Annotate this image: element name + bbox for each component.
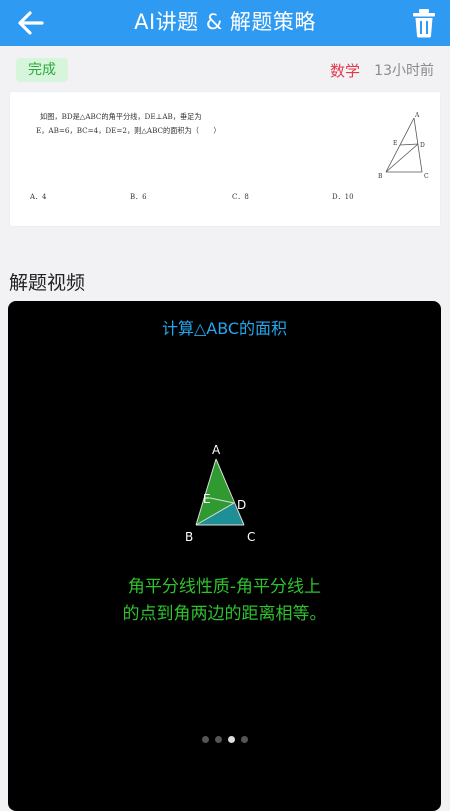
svg-text:D: D xyxy=(420,142,425,149)
status-badge: 完成 xyxy=(16,58,68,82)
svg-text:A: A xyxy=(414,112,420,119)
video-title: 计算△ABC的面积 xyxy=(161,319,288,338)
option-d: D．10 xyxy=(332,193,354,201)
question-triangle-figure: A E D B C xyxy=(378,112,429,180)
section-title-video: 解题视频 xyxy=(9,272,86,294)
timestamp: 13小时前 xyxy=(374,63,434,79)
svg-text:D: D xyxy=(237,498,246,512)
trash-icon xyxy=(413,9,435,38)
question-text-line2: E，AB=6，BC=4，DE=2，则△ABC的面积为（ ） xyxy=(36,126,221,135)
svg-text:E: E xyxy=(393,140,397,147)
delete-button[interactable] xyxy=(410,7,438,39)
option-c: C．8 xyxy=(232,193,249,201)
option-a: A．4 xyxy=(30,193,47,201)
pager-dot[interactable] xyxy=(201,736,209,743)
question-card[interactable]: 如图，BD是△ABC的角平分线，DE⊥AB，垂足为 E，AB=6，BC=4，DE… xyxy=(10,92,440,226)
pager-dot[interactable] xyxy=(214,736,222,743)
svg-text:B: B xyxy=(378,173,383,180)
option-b: B．6 xyxy=(130,193,147,201)
svg-text:C: C xyxy=(424,173,429,180)
video-caption-line1: 角平分线性质-角平分线上 xyxy=(127,577,322,597)
video-caption: 角平分线性质-角平分线上 的点到角两边的距离相等。 xyxy=(8,574,441,628)
subject-label: 数学 xyxy=(329,62,360,80)
app-header: AI讲题 & 解题策略 xyxy=(0,0,450,46)
page-title: AI讲题 & 解题策略 xyxy=(134,10,316,34)
status-row: 完成 数学 13小时前 xyxy=(0,56,450,86)
video-pager xyxy=(8,728,441,747)
svg-text:E: E xyxy=(203,492,211,506)
svg-text:C: C xyxy=(247,530,255,544)
video-caption-line2: 的点到角两边的距离相等。 xyxy=(122,604,327,624)
svg-text:A: A xyxy=(212,443,221,457)
svg-text:B: B xyxy=(185,530,193,544)
pager-dot[interactable] xyxy=(240,736,248,743)
pager-dot[interactable] xyxy=(227,736,235,743)
question-text-line1: 如图，BD是△ABC的角平分线，DE⊥AB，垂足为 xyxy=(40,112,202,121)
video-triangle-figure: A E D B C xyxy=(185,443,255,544)
video-player[interactable]: 计算△ABC的面积 A E D B C 角平分线性质-角平分线上 的点到角两边的… xyxy=(8,301,441,811)
